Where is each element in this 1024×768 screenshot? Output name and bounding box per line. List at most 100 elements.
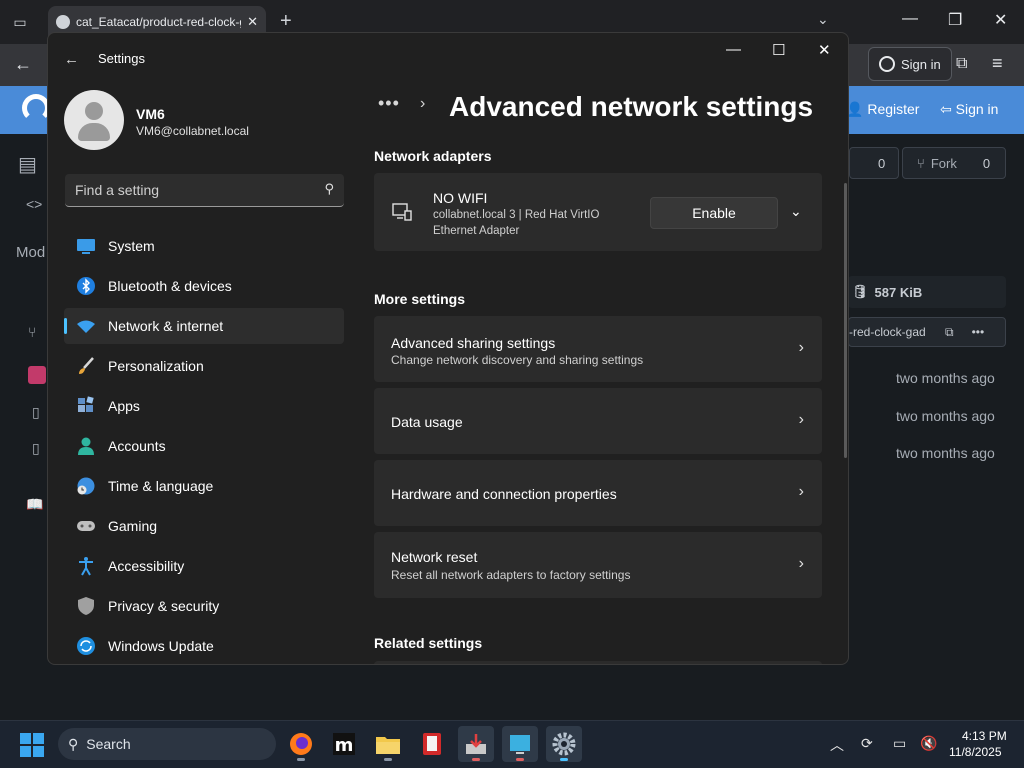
tab-overflow-chevron-icon[interactable]: ⌄	[817, 11, 829, 28]
nav-item-privacy[interactable]: Privacy & security	[64, 588, 344, 624]
volume-muted-icon[interactable]: 🔇	[920, 735, 937, 752]
ethernet-adapter-icon	[392, 203, 412, 221]
taskbar-clock-time[interactable]: 4:13 PM	[962, 729, 1007, 743]
bluetooth-icon	[77, 277, 95, 295]
star-count: 0	[878, 155, 886, 171]
browser-menu-icon[interactable]: ≡	[992, 53, 1003, 74]
user-avatar[interactable]	[64, 90, 124, 150]
shield-icon	[78, 597, 94, 615]
gamepad-icon	[77, 521, 95, 531]
close-tab-icon[interactable]: ✕	[247, 14, 258, 30]
breadcrumb-more-button[interactable]: •••	[378, 93, 400, 114]
star-count-box[interactable]: 0	[849, 147, 899, 179]
nav-item-system[interactable]: System	[64, 228, 344, 264]
copy-icon[interactable]: ⧉	[945, 325, 954, 340]
item-subtitle: Reset all network adapters to factory se…	[391, 568, 631, 582]
site-logo-icon[interactable]	[22, 94, 50, 122]
site-register-link[interactable]: 👤 Register	[846, 101, 919, 118]
system-icon	[77, 239, 95, 254]
code-icon[interactable]: <>	[26, 196, 42, 212]
settings-window: ← Settings — ☐ ✕ VM6 VM6@collabnet.local…	[47, 32, 849, 665]
taskbar-mastodon[interactable]: m	[326, 726, 362, 762]
taskbar-red-app[interactable]	[414, 726, 450, 762]
item-subtitle: Change network discovery and sharing set…	[391, 353, 644, 367]
network-status-icon[interactable]: ▭	[893, 735, 906, 752]
network-adapter-card[interactable]: NO WIFI collabnet.local 3 | Red Hat Virt…	[374, 173, 822, 251]
branch-icon[interactable]: ⑂	[28, 324, 36, 340]
adapter-description: collabnet.local 3 | Red Hat VirtIO Ether…	[433, 209, 600, 237]
settings-scrollbar[interactable]	[844, 183, 847, 458]
fork-count: 0	[982, 155, 991, 171]
browser-restore-icon[interactable]: ❐	[948, 10, 962, 30]
browser-sign-in-button[interactable]: Sign in	[868, 47, 952, 81]
browser-back-icon[interactable]: ←	[14, 54, 32, 75]
extensions-icon[interactable]: ⧉	[956, 55, 967, 73]
more-options-icon[interactable]: •••	[972, 325, 985, 339]
enable-adapter-button[interactable]: Enable	[650, 197, 778, 229]
nav-item-accessibility[interactable]: Accessibility	[64, 548, 344, 584]
fork-icon: ⑂	[917, 155, 925, 171]
item-title: Network reset	[391, 549, 478, 565]
network-adapters-heading: Network adapters	[374, 148, 492, 164]
brush-icon	[79, 357, 94, 374]
nav-item-bluetooth[interactable]: Bluetooth & devices	[64, 268, 344, 304]
network-reset-item[interactable]: Network reset Reset all network adapters…	[374, 532, 822, 598]
nav-label: Bluetooth & devices	[108, 278, 232, 294]
user-email: VM6@collabnet.local	[136, 124, 249, 138]
data-usage-item[interactable]: Data usage ›	[374, 388, 822, 454]
download-tray-icon	[466, 734, 486, 754]
more-settings-heading: More settings	[374, 291, 466, 307]
nav-item-personalization[interactable]: Personalization	[64, 348, 344, 384]
nav-label: Time & language	[108, 478, 214, 494]
m-app-icon: m	[333, 733, 355, 756]
chevron-right-icon: ›	[798, 339, 804, 356]
nav-item-accounts[interactable]: Accounts	[64, 428, 344, 464]
nav-item-apps[interactable]: Apps	[64, 388, 344, 424]
advanced-sharing-settings-item[interactable]: Advanced sharing settings Change network…	[374, 316, 822, 382]
page-title: Advanced network settings	[449, 91, 814, 122]
running-indicator	[560, 758, 568, 761]
nav-label: Network & internet	[108, 318, 224, 334]
search-icon: ⚲	[324, 181, 334, 196]
folder-icon	[376, 737, 400, 754]
new-tab-button[interactable]: +	[280, 10, 292, 33]
update-icon	[77, 637, 95, 655]
browser-minimize-icon[interactable]: —	[902, 10, 918, 28]
taskbar-clock-date[interactable]: 11/8/2025	[949, 745, 1002, 759]
chevron-right-icon: ›	[798, 411, 804, 428]
nav-item-windows-update[interactable]: Windows Update	[64, 628, 344, 664]
browser-close-icon[interactable]: ✕	[994, 10, 1007, 30]
nav-item-time-language[interactable]: Time & language	[64, 468, 344, 504]
find-setting-search[interactable]: ⚲	[65, 174, 344, 207]
branch-url-box: -red-clock-gad ⧉ •••	[848, 317, 1006, 347]
taskbar-installer[interactable]	[458, 726, 494, 762]
running-indicator	[384, 758, 392, 761]
running-indicator	[472, 758, 480, 761]
tab-search-icon[interactable]: ▭	[10, 12, 30, 32]
find-setting-input[interactable]	[65, 174, 305, 206]
show-hidden-icons-chevron-icon[interactable]: ︿	[830, 735, 844, 755]
monitor-app-icon	[510, 735, 530, 754]
taskbar-firefox[interactable]	[283, 726, 319, 762]
nav-label: Personalization	[108, 358, 204, 374]
running-indicator	[297, 758, 305, 761]
register-label: Register	[867, 101, 920, 117]
start-windows-icon[interactable]	[20, 733, 44, 757]
nav-item-network[interactable]: Network & internet	[64, 308, 344, 344]
taskbar-file-explorer[interactable]	[370, 726, 406, 762]
settings-back-icon[interactable]: ←	[64, 51, 79, 68]
taskbar-search[interactable]: ⚲ Search	[58, 728, 276, 760]
taskbar-search-label: Search	[86, 736, 131, 752]
hardware-connection-properties-item[interactable]: Hardware and connection properties ›	[374, 460, 822, 526]
site-sign-in-link[interactable]: ⇦ Sign in	[940, 101, 998, 118]
chevron-down-icon[interactable]: ⌄	[790, 203, 802, 220]
settings-window-title: Settings	[98, 51, 145, 66]
taskbar-settings[interactable]	[546, 726, 582, 762]
related-settings-item[interactable]	[374, 661, 822, 664]
taskbar-remote-desktop[interactable]	[502, 726, 538, 762]
fork-button[interactable]: ⑂ Fork 0	[902, 147, 1006, 179]
sync-status-icon[interactable]: ⟳	[861, 735, 873, 752]
avatar-shoulders	[78, 123, 110, 141]
branch-url-text: -red-clock-gad	[849, 325, 926, 339]
nav-item-gaming[interactable]: Gaming	[64, 508, 344, 544]
